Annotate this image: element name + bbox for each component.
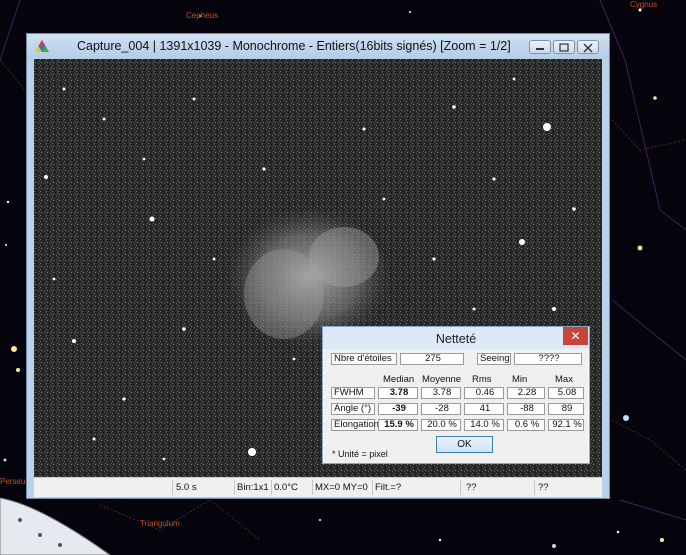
- maximize-button[interactable]: [553, 40, 575, 54]
- dialog-titlebar[interactable]: Netteté ✕: [323, 327, 589, 349]
- seeing-value: ????: [514, 353, 582, 365]
- ok-button[interactable]: OK: [436, 436, 493, 453]
- angle-max: 89: [548, 403, 584, 415]
- angle-median: -39: [378, 403, 418, 415]
- row-label-elongation: Elongation: [331, 419, 379, 431]
- app-triangle-icon: [35, 40, 49, 52]
- close-icon: [583, 43, 593, 53]
- status-bar: 5.0 s Bin:1x1 0.0°C MX=0 MY=0 Filt.=? ??…: [34, 477, 602, 497]
- status-divider: [372, 480, 373, 495]
- constellation-label: Cepheus: [186, 11, 219, 20]
- elongation-moyenne: 20.0 %: [421, 419, 461, 431]
- status-binning: Bin:1x1: [237, 482, 269, 493]
- constellation-label: Triangulum: [140, 519, 180, 528]
- minimize-icon: [536, 48, 544, 50]
- status-exposure: 5.0 s: [176, 482, 197, 493]
- status-divider: [312, 480, 313, 495]
- window-title: Capture_004 | 1391x1039 - Monochrome - E…: [77, 39, 511, 53]
- row-label-angle: Angle (°): [331, 403, 375, 415]
- constellation-label: Cygnus: [630, 0, 658, 9]
- angle-moyenne: -28: [421, 403, 461, 415]
- status-filter: Filt.=?: [375, 482, 402, 493]
- dialog-close-button[interactable]: ✕: [563, 327, 588, 345]
- angle-rms: 41: [464, 403, 504, 415]
- close-button[interactable]: [577, 40, 599, 54]
- dialog-body: Nbre d'étoiles 275 Seeing ???? Median Mo…: [324, 349, 588, 463]
- status-temperature: 0.0°C: [274, 482, 298, 493]
- column-header-rms: Rms: [472, 374, 492, 385]
- stars-value: 275: [400, 353, 464, 365]
- column-header-moyenne: Moyenne: [422, 374, 462, 385]
- elongation-median: 15.9 %: [378, 419, 418, 431]
- close-icon: ✕: [570, 329, 581, 343]
- angle-min: -88: [507, 403, 545, 415]
- status-divider: [460, 480, 461, 495]
- fwhm-median: 3.78: [378, 387, 418, 399]
- fwhm-moyenne: 3.78: [421, 387, 461, 399]
- column-header-min: Min: [512, 374, 528, 385]
- status-divider: [234, 480, 235, 495]
- elongation-max: 92.1 %: [548, 419, 584, 431]
- window-titlebar[interactable]: Capture_004 | 1391x1039 - Monochrome - E…: [27, 34, 609, 59]
- status-field: ??: [466, 482, 477, 493]
- status-divider: [172, 480, 173, 495]
- column-header-max: Max: [555, 374, 573, 385]
- seeing-label: Seeing: [477, 353, 511, 365]
- fwhm-min: 2.28: [507, 387, 545, 399]
- maximize-icon: [559, 43, 569, 52]
- status-mirror: MX=0 MY=0: [315, 482, 368, 493]
- dialog-title: Netteté: [435, 332, 477, 346]
- elongation-rms: 14.0 %: [464, 419, 504, 431]
- elongation-min: 0.6 %: [507, 419, 545, 431]
- status-field: ??: [538, 482, 549, 493]
- row-label-fwhm: FWHM: [331, 387, 375, 399]
- status-divider: [534, 480, 535, 495]
- fwhm-max: 5.08: [548, 387, 584, 399]
- status-divider: [271, 480, 272, 495]
- column-header-median: Median: [383, 374, 415, 385]
- fwhm-rms: 0.46: [464, 387, 504, 399]
- sharpness-dialog: Netteté ✕ Nbre d'étoiles 275 Seeing ????…: [322, 326, 590, 464]
- unit-note: * Unité = pixel: [332, 449, 388, 459]
- stars-label: Nbre d'étoiles: [331, 353, 397, 365]
- minimize-button[interactable]: [529, 40, 551, 54]
- constellation-label: Perseus: [0, 477, 30, 486]
